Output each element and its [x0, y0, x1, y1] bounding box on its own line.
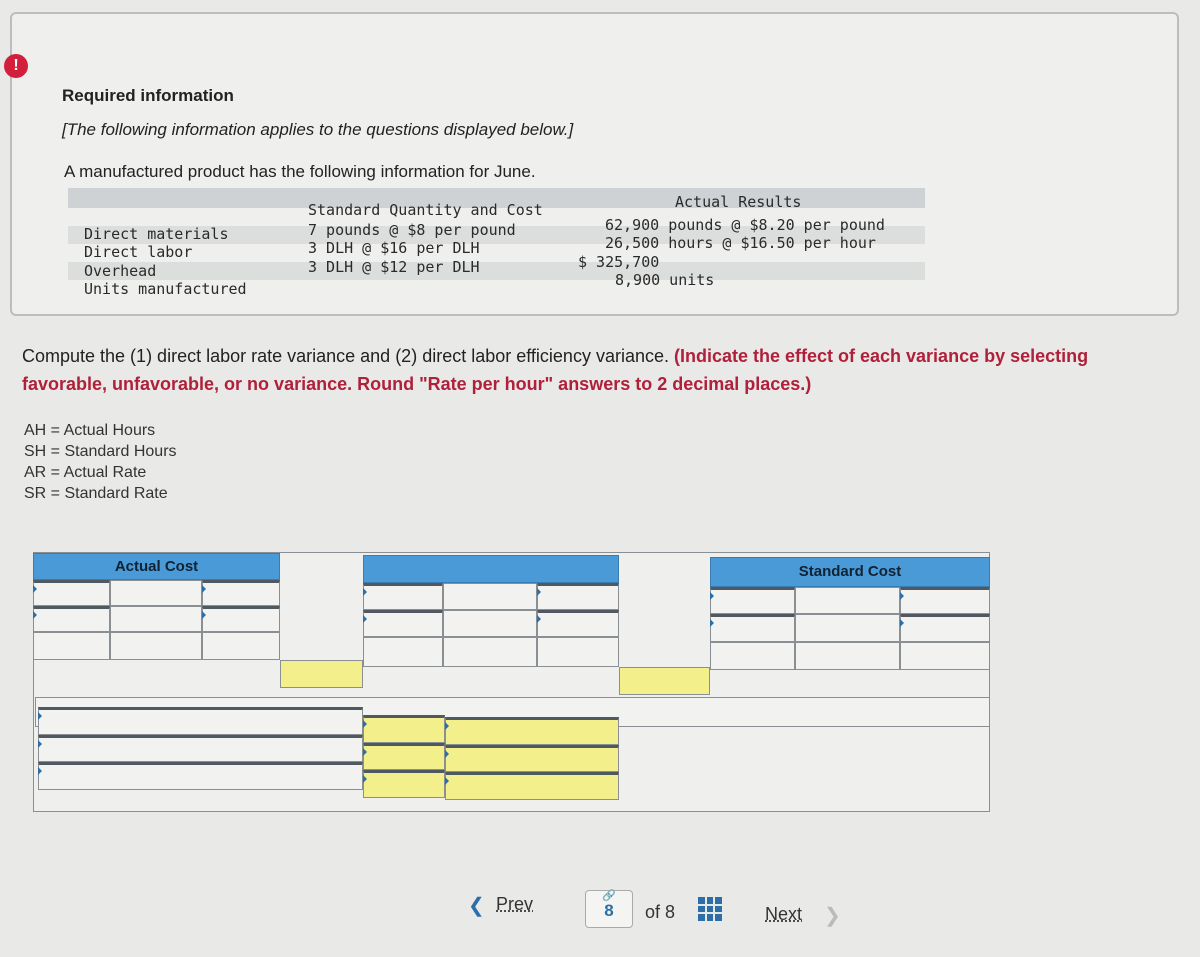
current-page: 8: [604, 901, 614, 920]
grid-icon[interactable]: [698, 897, 722, 921]
definition: SH = Standard Hours: [24, 443, 177, 460]
worksheet-input-cell[interactable]: [202, 580, 280, 606]
info-actual: 8,900 units: [615, 271, 715, 289]
worksheet-input-cell[interactable]: [363, 743, 445, 770]
chevron-right-icon[interactable]: ❯: [824, 903, 841, 928]
middle-header: [363, 555, 619, 583]
link-icon: 🔗: [602, 890, 616, 902]
worksheet-input-cell[interactable]: [38, 735, 363, 762]
worksheet-cell: [795, 642, 900, 670]
definition: AR = Actual Rate: [24, 464, 147, 481]
header-actual: Actual Results: [675, 193, 802, 211]
info-standard: 7 pounds @ $8 per pound: [308, 221, 516, 239]
worksheet-cell: [33, 632, 110, 660]
definition: SR = Standard Rate: [24, 485, 168, 502]
row-band: [68, 262, 925, 280]
worksheet-input-cell[interactable]: [537, 583, 619, 610]
standard-cost-header: Standard Cost: [710, 557, 990, 587]
worksheet-input-cell[interactable]: [38, 707, 363, 735]
prev-button[interactable]: Prev: [496, 894, 533, 915]
worksheet-input-cell[interactable]: [202, 606, 280, 632]
worksheet-input-cell[interactable]: [900, 614, 990, 642]
worksheet-cell: [443, 583, 537, 610]
info-note: [The following information applies to th…: [62, 120, 574, 139]
worksheet-cell[interactable]: [280, 660, 363, 688]
info-label: Overhead: [84, 262, 157, 280]
page-number-box[interactable]: 🔗 8: [585, 890, 633, 928]
worksheet-input-cell[interactable]: [33, 606, 110, 632]
worksheet-input-cell[interactable]: [445, 745, 619, 772]
worksheet-cell: [537, 637, 619, 667]
worksheet-input-cell[interactable]: [363, 715, 445, 743]
worksheet-cell: [710, 642, 795, 670]
worksheet-cell: [900, 642, 990, 670]
info-label: Units manufactured: [84, 280, 247, 298]
next-button[interactable]: Next: [765, 904, 802, 925]
worksheet-input-cell[interactable]: [38, 762, 363, 790]
info-actual: $ 325,700: [578, 253, 660, 271]
worksheet-input-cell[interactable]: [363, 583, 443, 610]
worksheet-cell: [202, 632, 280, 660]
page-total: of 8: [645, 902, 676, 922]
chevron-left-icon[interactable]: ❮: [468, 893, 485, 918]
info-heading: Required information: [62, 86, 234, 105]
worksheet-cell: [110, 632, 202, 660]
worksheet-cell: [795, 587, 900, 614]
worksheet-input-cell[interactable]: [33, 580, 110, 606]
worksheet-input-cell[interactable]: [537, 610, 619, 637]
worksheet-cell: [363, 637, 443, 667]
info-intro: A manufactured product has the following…: [64, 162, 536, 181]
worksheet-cell: [110, 606, 202, 632]
worksheet-cell: [795, 614, 900, 642]
worksheet-input-cell[interactable]: [363, 770, 445, 798]
worksheet-input-cell[interactable]: [900, 587, 990, 614]
info-standard: 3 DLH @ $16 per DLH: [308, 239, 480, 257]
worksheet-cell: [443, 637, 537, 667]
info-actual: 26,500 hours @ $16.50 per hour: [605, 234, 876, 252]
worksheet-input-cell[interactable]: [445, 772, 619, 800]
header-standard: Standard Quantity and Cost: [308, 201, 543, 219]
definitions: AH = Actual Hours SH = Standard Hours AR…: [24, 420, 177, 504]
worksheet-cell: [443, 610, 537, 637]
worksheet-input-cell[interactable]: [710, 614, 795, 642]
worksheet-cell[interactable]: [619, 667, 710, 695]
info-actual: 62,900 pounds @ $8.20 per pound: [605, 216, 885, 234]
worksheet-input-cell[interactable]: [445, 717, 619, 745]
exclamation-icon: !: [4, 54, 28, 78]
definition: AH = Actual Hours: [24, 422, 156, 439]
worksheet-input-cell[interactable]: [363, 610, 443, 637]
info-standard: 3 DLH @ $12 per DLH: [308, 258, 480, 276]
actual-cost-header: Actual Cost: [33, 553, 280, 580]
worksheet-cell: [110, 580, 202, 606]
info-label: Direct labor: [84, 243, 193, 261]
info-label: Direct materials: [84, 225, 229, 243]
worksheet-input-cell[interactable]: [710, 587, 795, 614]
question-text: Compute the (1) direct labor rate varian…: [22, 346, 1089, 394]
